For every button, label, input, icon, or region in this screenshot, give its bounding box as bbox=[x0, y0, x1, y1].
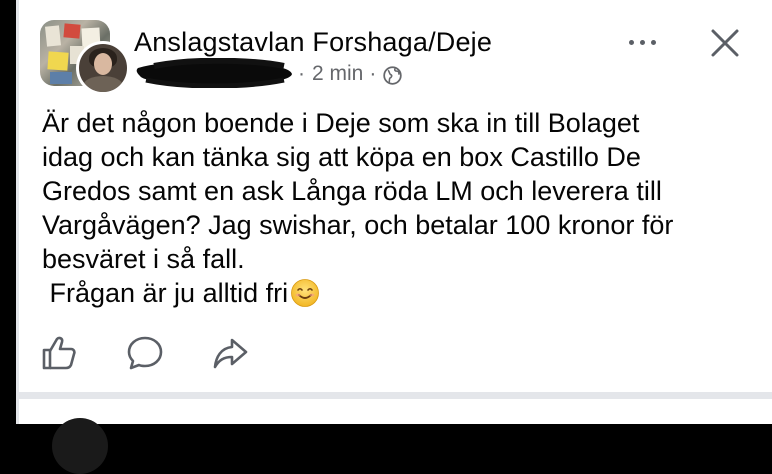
post-body-last-text: Frågan är ju alltid fri bbox=[42, 278, 289, 308]
smiling-face-icon bbox=[291, 279, 320, 307]
like-icon[interactable] bbox=[40, 334, 78, 372]
next-post-card bbox=[19, 399, 772, 424]
next-post-avatar[interactable] bbox=[52, 418, 108, 474]
meta-separator: · bbox=[298, 62, 305, 85]
post-body-line: Är det någon boende i Deje som ska in ti… bbox=[42, 108, 640, 138]
author-name-redaction bbox=[136, 58, 292, 88]
post-body-line: idag och kan tänka sig att köpa en box C… bbox=[42, 142, 641, 172]
post-body-line: Vargåvägen? Jag swishar, och betalar 100… bbox=[42, 210, 674, 240]
dot-icon bbox=[639, 39, 645, 45]
globe-icon bbox=[383, 65, 403, 85]
share-icon[interactable] bbox=[210, 334, 250, 372]
post-meta: · 2 min · bbox=[298, 62, 403, 86]
group-name-link[interactable]: Anslagstavlan Forshaga/Deje bbox=[134, 27, 492, 58]
close-icon[interactable] bbox=[708, 26, 742, 60]
post-body: Är det någon boende i Deje som ska in ti… bbox=[42, 106, 762, 310]
post-body-line: besväret i så fall. bbox=[42, 244, 245, 274]
comment-icon[interactable] bbox=[125, 334, 165, 372]
dot-icon bbox=[650, 39, 656, 45]
post-timestamp[interactable]: 2 min bbox=[312, 62, 363, 86]
dot-icon bbox=[628, 39, 634, 45]
meta-separator: · bbox=[369, 62, 377, 85]
post-body-line-last: Frågan är ju alltid fri bbox=[42, 276, 762, 310]
post-body-line: Gredos samt en ask Långa röda LM och lev… bbox=[42, 176, 662, 206]
author-avatar[interactable] bbox=[76, 41, 130, 95]
more-options-button[interactable] bbox=[622, 30, 662, 54]
